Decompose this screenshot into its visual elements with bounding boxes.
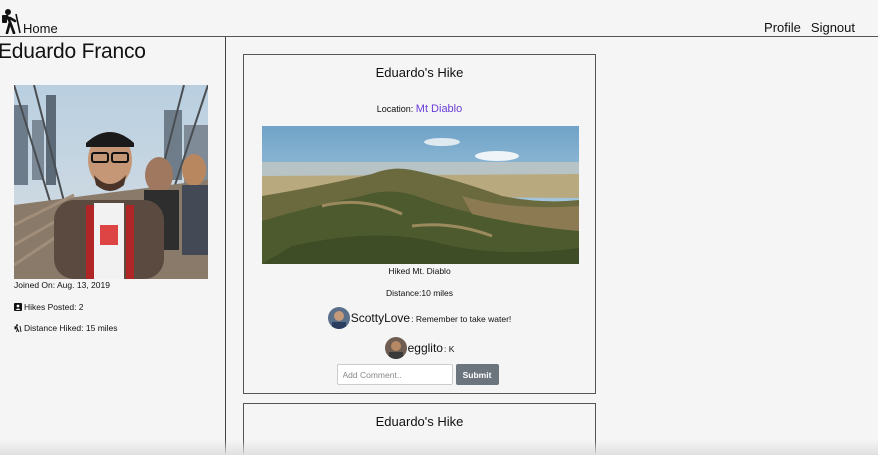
comment-avatar [384,337,407,359]
hike-post-card: Eduardo's Hike Location: Mt Diablo Hiked… [243,54,596,394]
nav-links: Profile Signout [764,20,855,35]
post-title: Eduardo's Hike [375,414,464,429]
location-link[interactable]: Mt Diablo [416,103,462,115]
hike-photo [262,126,579,264]
submit-button[interactable]: Submit [455,364,499,385]
home-link[interactable]: Home [0,8,58,36]
comment-text: : K [443,344,455,354]
hiker-icon [2,9,21,34]
hikes-posted-text: Hikes Posted: 2 [24,302,84,312]
post-caption: Hiked Mt. Diablo [388,266,451,276]
location-label: Location: [376,104,414,114]
comment-username[interactable]: ScottyLove [351,311,410,325]
comment-item: ScottyLove : Remember to take water! [244,307,595,329]
joined-date: Joined On: Aug. 13, 2019 [14,280,110,290]
post-distance: Distance:10 miles [385,288,454,298]
comment-item: egglito : K [244,337,595,359]
comment-form: Submit [244,364,595,385]
comment-avatar [327,307,350,329]
signout-link[interactable]: Signout [811,20,855,35]
comment-input[interactable] [336,364,453,385]
distance-hiked-text: Distance Hiked: 15 miles [24,323,118,333]
comment-text: : Remember to take water! [411,314,512,324]
hiker-small-icon [14,324,22,332]
user-card-icon [14,303,22,311]
hikes-posted: Hikes Posted: 2 [14,302,84,312]
distance-hiked: Distance Hiked: 15 miles [14,323,118,333]
profile-link[interactable]: Profile [764,20,801,35]
home-label: Home [23,21,58,36]
profile-photo [14,85,208,279]
comment-username[interactable]: egglito [408,341,443,355]
profile-name: Eduardo Franco [0,40,146,63]
post-title: Eduardo's Hike [375,65,464,80]
profile-sidebar: Eduardo Franco Joined On: Aug. 13, 2019 … [0,37,226,455]
hike-post-card: Eduardo's Hike [243,403,596,455]
navbar: Home Profile Signout [0,0,878,37]
post-location: Location: Mt Diablo [244,103,595,115]
